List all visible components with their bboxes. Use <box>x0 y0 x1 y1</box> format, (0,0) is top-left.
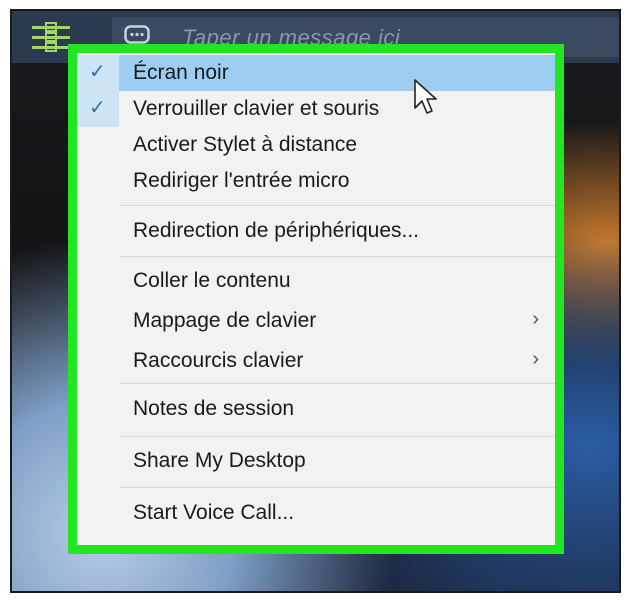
menu-item-label: Share My Desktop <box>133 449 306 472</box>
check-cell: ✓ <box>77 55 119 91</box>
menu-item-label: Notes de session <box>133 397 295 420</box>
menu-item-mappage-clavier[interactable]: Mappage de clavier › <box>77 303 555 339</box>
menu-item-activer-stylet[interactable]: Activer Stylet à distance <box>77 127 555 163</box>
menu-item-label: Raccourcis clavier <box>133 349 304 372</box>
menu-item-share-desktop[interactable]: Share My Desktop <box>77 443 555 479</box>
mouse-cursor-icon <box>413 78 439 116</box>
menu-separator <box>119 436 555 437</box>
checkmark-icon: ✓ <box>89 97 106 119</box>
menu-item-label: Coller le contenu <box>133 269 291 292</box>
chevron-right-icon: › <box>532 348 539 370</box>
menu-item-redirection-peripheriques[interactable]: Redirection de périphériques... <box>77 213 555 249</box>
menu-item-raccourcis-clavier[interactable]: Raccourcis clavier › <box>77 343 555 379</box>
menu-item-ecran-noir[interactable]: ✓ Écran noir <box>77 55 555 91</box>
menu-item-notes-session[interactable]: Notes de session <box>77 391 555 427</box>
menu-item-label: Rediriger l'entrée micro <box>133 169 350 192</box>
chevron-right-icon: › <box>532 308 539 330</box>
menu-item-coller-contenu[interactable]: Coller le contenu <box>77 263 555 299</box>
menu-separator <box>119 205 555 206</box>
menu-separator <box>119 487 555 488</box>
menu-item-label: Start Voice Call... <box>133 501 295 524</box>
checkmark-icon: ✓ <box>89 61 106 83</box>
menu-item-label: Verrouiller clavier et souris <box>133 97 380 120</box>
menu-item-label: Mappage de clavier <box>133 309 317 332</box>
menu-separator <box>119 256 555 257</box>
menu-item-label: Redirection de périphériques... <box>133 219 420 242</box>
hamburger-menu-icon[interactable] <box>30 21 72 55</box>
menu-separator <box>119 383 555 384</box>
menu-item-label: Écran noir <box>133 61 229 84</box>
menu-item-verrouiller-clavier[interactable]: ✓ Verrouiller clavier et souris <box>77 91 555 127</box>
menu-item-label: Activer Stylet à distance <box>133 133 358 156</box>
menu-item-voice-call[interactable]: Start Voice Call... <box>77 495 555 531</box>
check-cell: ✓ <box>77 91 119 127</box>
menu-item-rediriger-micro[interactable]: Rediriger l'entrée micro <box>77 163 555 199</box>
context-menu: ✓ Écran noir ✓ Verrouiller clavier et so… <box>77 53 555 545</box>
